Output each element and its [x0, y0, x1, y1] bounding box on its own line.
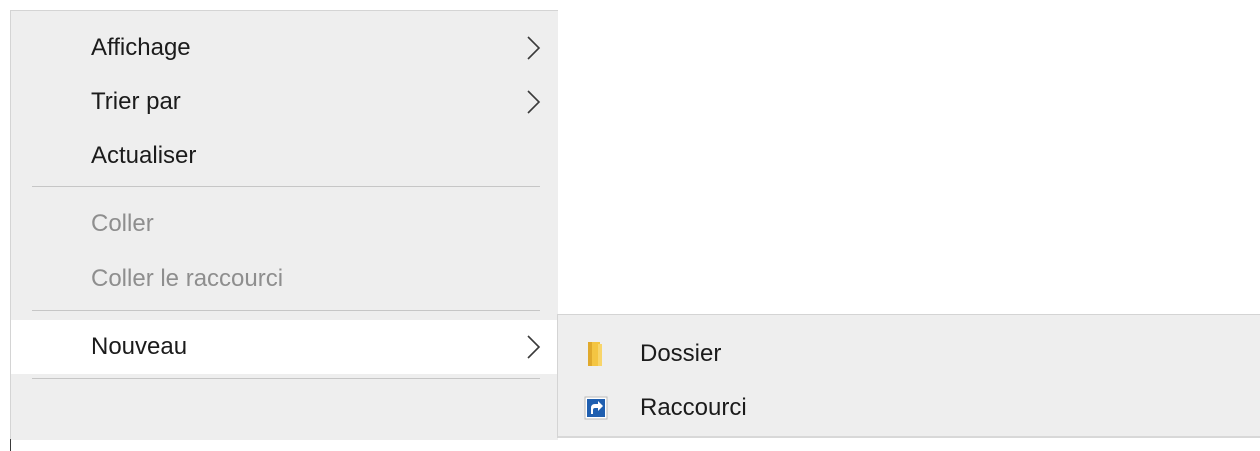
- submenu-nouveau: Dossier Raccourci: [557, 314, 1260, 438]
- menu-item-coller: Coller: [11, 197, 558, 251]
- submenu-bottom-border: [558, 436, 1260, 438]
- menu-item-nouveau[interactable]: Nouveau: [11, 320, 558, 374]
- menu-item-label: Nouveau: [91, 333, 188, 360]
- menu-separator: [32, 378, 540, 379]
- menu-item-affichage[interactable]: Affichage: [11, 21, 558, 75]
- shortcut-icon: [584, 396, 608, 420]
- chevron-right-icon: [527, 335, 541, 359]
- menu-item-label: Coller: [91, 210, 154, 237]
- chevron-right-icon: [527, 90, 541, 114]
- folder-icon: [588, 342, 602, 366]
- menu-item-label: Coller le raccourci: [91, 265, 284, 292]
- menu-item-coller-le-raccourci: Coller le raccourci: [11, 252, 558, 306]
- menu-item-label: Actualiser: [91, 142, 197, 169]
- menu-item-actualiser[interactable]: Actualiser: [11, 129, 558, 183]
- menu-item-label: Trier par: [91, 88, 181, 115]
- submenu-item-raccourci[interactable]: Raccourci: [558, 381, 1260, 435]
- submenu-item-label: Raccourci: [640, 394, 747, 421]
- chevron-right-icon: [527, 36, 541, 60]
- submenu-item-label: Dossier: [640, 340, 722, 367]
- menu-item-label: Affichage: [91, 34, 191, 61]
- menu-separator: [32, 186, 540, 187]
- menu-separator: [32, 310, 540, 311]
- submenu-item-dossier[interactable]: Dossier: [558, 327, 1260, 381]
- context-menu: Affichage Trier par Actualiser Coller Co…: [10, 10, 558, 451]
- menu-item-trier-par[interactable]: Trier par: [11, 75, 558, 129]
